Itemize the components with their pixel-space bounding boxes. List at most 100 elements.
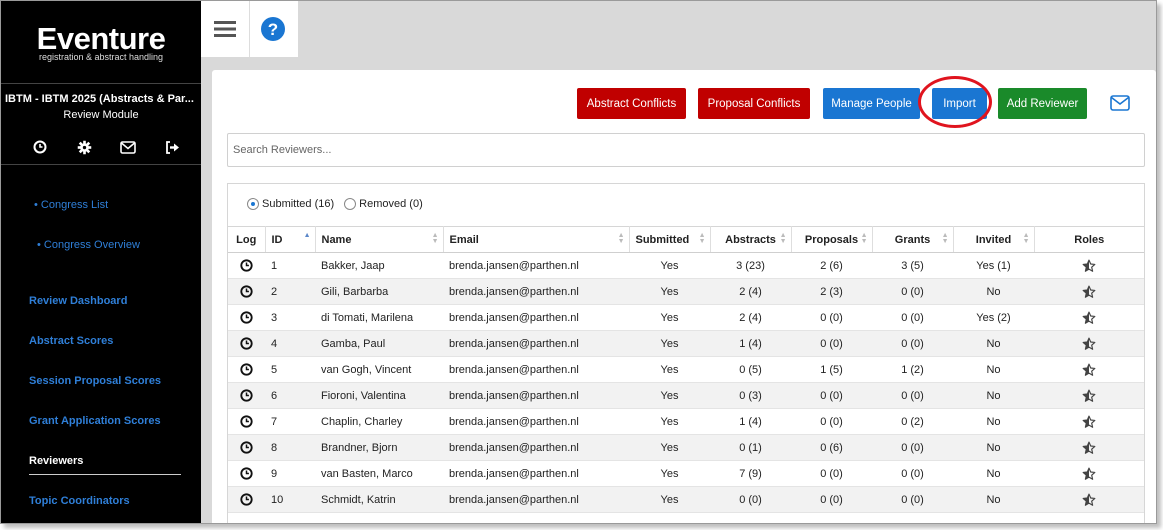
nav-session-proposal-scores[interactable]: Session Proposal Scores [29, 375, 161, 387]
sort-icon[interactable]: ▲ ▼ [699, 232, 706, 245]
clock-icon[interactable] [31, 138, 49, 156]
abstracts-cell: 0 (0) [710, 486, 791, 513]
id-cell: 3 [265, 304, 315, 331]
log-clock-icon[interactable] [240, 259, 253, 272]
id-cell: 6 [265, 382, 315, 409]
proposal-conflicts-button[interactable]: Proposal Conflicts [698, 88, 810, 119]
abstracts-cell: 7 (9) [710, 460, 791, 487]
roles-star-icon[interactable] [1082, 259, 1096, 273]
nav-grant-application-scores[interactable]: Grant Application Scores [29, 415, 161, 427]
roles-cell [1034, 382, 1144, 409]
log-cell [228, 356, 265, 383]
col-invited[interactable]: Invited ▲ ▼ [953, 226, 1035, 253]
log-clock-icon[interactable] [240, 467, 253, 480]
proposals-cell: 0 (6) [791, 434, 872, 461]
col-abstracts-label: Abstracts [725, 233, 776, 246]
reviewers-table: Log ID ▲ Name ▲ ▼ Email ▲ ▼ Submitted ▲ ▼ Abstr… [228, 226, 1144, 513]
table-row[interactable]: 7 Chaplin, Charley brenda.jansen@parthen… [228, 408, 1144, 435]
search-input[interactable] [227, 133, 1145, 167]
abstracts-cell: 1 (4) [710, 408, 791, 435]
sort-icon[interactable]: ▲ ▼ [1023, 232, 1030, 245]
log-clock-icon[interactable] [240, 415, 253, 428]
logout-icon[interactable] [163, 138, 181, 156]
hamburger-menu-icon[interactable] [207, 11, 243, 47]
table-row[interactable]: 2 Gili, Barbarba brenda.jansen@parthen.n… [228, 278, 1144, 305]
import-button[interactable]: Import [932, 88, 987, 119]
sort-asc-icon[interactable]: ▲ [304, 232, 311, 239]
roles-star-icon[interactable] [1082, 363, 1096, 377]
sort-icon[interactable]: ▲ ▼ [942, 232, 949, 245]
nav-topic-coordinators[interactable]: Topic Coordinators [29, 495, 130, 507]
abstract-conflicts-button[interactable]: Abstract Conflicts [577, 88, 686, 119]
roles-star-icon[interactable] [1082, 415, 1096, 429]
col-name[interactable]: Name ▲ ▼ [315, 226, 444, 253]
invited-cell: No [953, 278, 1034, 305]
removed-radio[interactable] [344, 198, 357, 210]
grants-cell: 3 (5) [872, 252, 953, 279]
log-clock-icon[interactable] [240, 493, 253, 506]
nav-review-dashboard[interactable]: Review Dashboard [29, 295, 127, 307]
table-row[interactable]: 1 Bakker, Jaap brenda.jansen@parthen.nl … [228, 252, 1144, 279]
invited-cell: No [953, 408, 1034, 435]
nav-abstract-scores[interactable]: Abstract Scores [29, 335, 113, 347]
log-clock-icon[interactable] [240, 389, 253, 402]
roles-star-icon[interactable] [1082, 389, 1096, 403]
log-clock-icon[interactable] [240, 363, 253, 376]
sort-icon[interactable]: ▲ ▼ [618, 232, 625, 245]
mail-icon[interactable] [1110, 95, 1132, 113]
main-panel: Abstract Conflicts Proposal Conflicts Ma… [212, 70, 1156, 523]
gear-icon[interactable] [75, 138, 93, 156]
roles-star-icon[interactable] [1082, 493, 1096, 507]
nav-reviewers[interactable]: Reviewers [29, 455, 83, 467]
col-grants[interactable]: Grants ▲ ▼ [872, 226, 954, 253]
log-clock-icon[interactable] [240, 311, 253, 324]
table-row[interactable]: 5 van Gogh, Vincent brenda.jansen@parthe… [228, 356, 1144, 383]
top-bar: ? [201, 1, 298, 57]
email-cell: brenda.jansen@parthen.nl [443, 460, 629, 487]
roles-star-icon[interactable] [1082, 285, 1096, 299]
roles-cell [1034, 408, 1144, 435]
invited-cell: No [953, 460, 1034, 487]
email-cell: brenda.jansen@parthen.nl [443, 486, 629, 513]
sort-icon[interactable]: ▲ ▼ [432, 232, 439, 245]
roles-star-icon[interactable] [1082, 441, 1096, 455]
abstracts-cell: 3 (23) [710, 252, 791, 279]
table-header-row: Log ID ▲ Name ▲ ▼ Email ▲ ▼ Submitted ▲ ▼ Abstr… [228, 226, 1144, 253]
nav-congress-overview[interactable]: • Congress Overview [37, 239, 140, 251]
nav-congress-list[interactable]: • Congress List [34, 199, 108, 211]
proposals-cell: 1 (5) [791, 356, 872, 383]
roles-star-icon[interactable] [1082, 467, 1096, 481]
sort-icon[interactable]: ▲ ▼ [861, 232, 868, 245]
roles-star-icon[interactable] [1082, 311, 1096, 325]
table-row[interactable]: 4 Gamba, Paul brenda.jansen@parthen.nl Y… [228, 330, 1144, 357]
table-row[interactable]: 3 di Tomati, Marilena brenda.jansen@part… [228, 304, 1144, 331]
col-email[interactable]: Email ▲ ▼ [443, 226, 630, 253]
add-reviewer-button[interactable]: Add Reviewer [998, 88, 1087, 119]
manage-people-button[interactable]: Manage People [823, 88, 920, 119]
col-submitted[interactable]: Submitted ▲ ▼ [629, 226, 711, 253]
log-clock-icon[interactable] [240, 285, 253, 298]
col-proposals-label: Proposals [804, 233, 859, 246]
grants-cell: 0 (0) [872, 304, 953, 331]
submitted-radio-label[interactable]: Submitted (16) [262, 198, 334, 210]
col-id[interactable]: ID ▲ [265, 226, 316, 253]
removed-radio-label[interactable]: Removed (0) [359, 198, 423, 210]
submitted-radio[interactable] [247, 198, 259, 210]
proposals-cell: 0 (0) [791, 382, 872, 409]
log-clock-icon[interactable] [240, 441, 253, 454]
roles-star-icon[interactable] [1082, 337, 1096, 351]
col-abstracts[interactable]: Abstracts ▲ ▼ [710, 226, 792, 253]
table-row[interactable]: 6 Fioroni, Valentina brenda.jansen@parth… [228, 382, 1144, 409]
col-proposals[interactable]: Proposals ▲ ▼ [791, 226, 873, 253]
mail-icon[interactable] [119, 138, 137, 156]
table-row[interactable]: 10 Schmidt, Katrin brenda.jansen@parthen… [228, 486, 1144, 513]
help-icon[interactable]: ? [255, 11, 291, 47]
grants-cell: 0 (0) [872, 278, 953, 305]
log-clock-icon[interactable] [240, 337, 253, 350]
grants-cell: 0 (0) [872, 434, 953, 461]
table-row[interactable]: 9 van Basten, Marco brenda.jansen@parthe… [228, 460, 1144, 487]
sidebar-divider [1, 83, 201, 84]
table-row[interactable]: 8 Brandner, Bjorn brenda.jansen@parthen.… [228, 434, 1144, 461]
proposals-cell: 0 (0) [791, 304, 872, 331]
sort-icon[interactable]: ▲ ▼ [780, 232, 787, 245]
